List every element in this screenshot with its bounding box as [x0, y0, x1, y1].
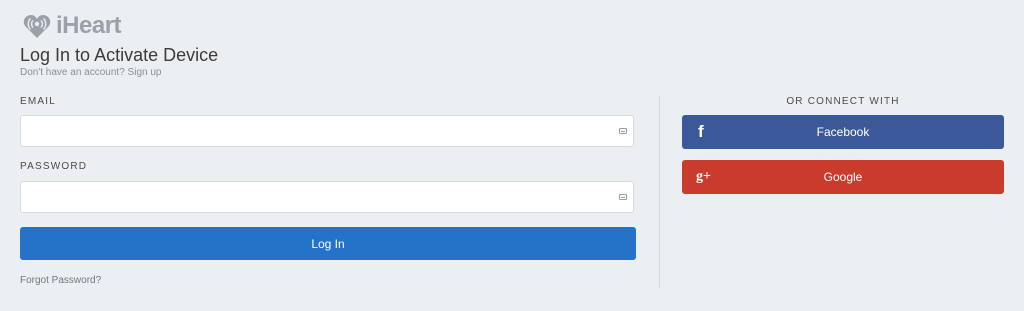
google-button[interactable]: g+ Google: [682, 160, 1004, 194]
brand-name: iHeart: [56, 12, 122, 39]
email-field[interactable]: [21, 116, 617, 146]
login-button[interactable]: Log In: [20, 227, 636, 260]
page-title: Log In to Activate Device: [20, 45, 219, 65]
vertical-divider: [659, 96, 660, 288]
autofill-card-icon[interactable]: [619, 194, 627, 200]
signup-prompt-text: Don't have an account?: [20, 67, 125, 78]
password-field[interactable]: [21, 182, 617, 212]
facebook-icon: f: [698, 122, 704, 141]
iheart-logo-icon: [23, 15, 51, 38]
signup-link[interactable]: Sign up: [128, 67, 162, 78]
iheart-logo: iHeart: [22, 12, 122, 40]
google-button-label: Google: [823, 170, 863, 184]
forgot-password-link[interactable]: Forgot Password?: [20, 275, 101, 286]
password-label: PASSWORD: [20, 161, 88, 172]
facebook-button-label: Facebook: [816, 125, 870, 139]
email-label: EMAIL: [20, 96, 57, 107]
email-field-container[interactable]: [20, 115, 634, 147]
signup-prompt: Don't have an account? Sign up: [20, 67, 161, 79]
autofill-card-icon[interactable]: [619, 128, 627, 134]
password-field-container[interactable]: [20, 181, 634, 213]
google-plus-icon: g+: [696, 169, 711, 184]
facebook-button[interactable]: f Facebook: [682, 115, 1004, 149]
social-heading: OR CONNECT WITH: [786, 96, 900, 107]
